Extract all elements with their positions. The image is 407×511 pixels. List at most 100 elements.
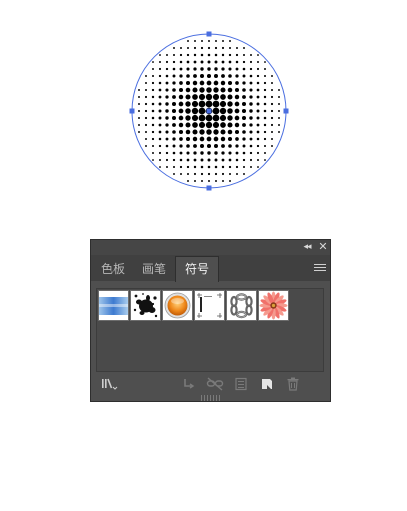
- halftone-dot: [165, 116, 169, 120]
- halftone-dot: [234, 129, 240, 135]
- halftone-dot: [165, 123, 169, 127]
- halftone-dot: [199, 136, 205, 142]
- halftone-dot: [242, 102, 246, 106]
- anchor-handle[interactable]: [129, 108, 135, 114]
- halftone-dot: [151, 74, 155, 78]
- halftone-dot: [205, 100, 213, 108]
- halftone-dot: [257, 61, 259, 63]
- halftone-dot: [235, 60, 239, 64]
- halftone-dot: [222, 40, 224, 42]
- halftone-circle[interactable]: [0, 0, 407, 200]
- halftone-dot: [200, 46, 204, 50]
- halftone-dot: [263, 102, 267, 106]
- halftone-dot: [185, 129, 191, 135]
- halftone-dot: [165, 88, 169, 92]
- halftone-dot: [219, 100, 227, 108]
- halftone-dot: [228, 151, 232, 155]
- halftone-dot: [214, 144, 218, 148]
- halftone-dot: [242, 123, 246, 127]
- halftone-dot: [158, 137, 162, 141]
- halftone-dot: [191, 107, 199, 115]
- halftone-dot: [278, 110, 280, 112]
- halftone-dot: [234, 108, 240, 114]
- halftone-dot: [256, 137, 260, 141]
- halftone-dot: [191, 100, 199, 108]
- place-symbol-instance-icon[interactable]: [182, 376, 196, 392]
- halftone-dot: [241, 108, 247, 114]
- symbol-swatch-ink-splat[interactable]: [130, 290, 161, 321]
- halftone-dot: [263, 81, 267, 85]
- anchor-handle[interactable]: [206, 185, 212, 191]
- halftone-dot: [270, 123, 274, 127]
- symbols-grid: [96, 288, 324, 372]
- halftone-dot: [270, 88, 274, 92]
- halftone-dot: [193, 74, 197, 78]
- symbol-swatch-chain-ring[interactable]: [226, 290, 257, 321]
- halftone-dot: [145, 145, 147, 147]
- halftone-dot: [207, 46, 211, 50]
- halftone-dot: [144, 95, 148, 99]
- blue-banner-symbol-icon: [99, 297, 128, 315]
- halftone-dot: [256, 95, 260, 99]
- halftone-dot: [200, 74, 204, 78]
- halftone-dot: [215, 180, 217, 182]
- halftone-dot: [235, 67, 239, 71]
- halftone-dot: [144, 116, 148, 120]
- halftone-dot: [243, 47, 245, 49]
- anchor-handle[interactable]: [206, 31, 212, 37]
- halftone-dot: [249, 95, 253, 99]
- halftone-dot: [249, 60, 253, 64]
- center-point-handle[interactable]: [206, 108, 212, 114]
- symbol-libraries-menu-icon[interactable]: [101, 376, 119, 392]
- tab-symbols[interactable]: 符号: [175, 256, 219, 282]
- new-symbol-icon[interactable]: [260, 376, 274, 392]
- halftone-dot: [152, 68, 154, 70]
- symbol-swatch-crop-marks[interactable]: [194, 290, 225, 321]
- halftone-dot: [158, 67, 162, 71]
- halftone-dot: [179, 151, 183, 155]
- halftone-dot: [199, 87, 205, 93]
- halftone-dot: [206, 73, 212, 79]
- halftone-dot: [151, 137, 155, 141]
- halftone-dot: [207, 60, 211, 64]
- halftone-dot: [165, 130, 169, 134]
- symbol-swatch-pink-flower[interactable]: [258, 290, 289, 321]
- halftone-dot: [172, 158, 176, 162]
- halftone-dot: [222, 180, 224, 182]
- halftone-dot: [227, 87, 233, 93]
- halftone-dot: [172, 95, 176, 99]
- halftone-dot: [213, 87, 219, 93]
- panel-resize-grip[interactable]: [201, 395, 221, 401]
- collapse-panel-button[interactable]: ◂◂: [301, 241, 313, 253]
- ink-splat-symbol-icon: [133, 293, 158, 318]
- halftone-dot: [270, 116, 274, 120]
- halftone-dot: [172, 74, 176, 78]
- halftone-dot: [144, 102, 148, 106]
- halftone-dot: [264, 152, 266, 154]
- halftone-dot: [200, 53, 204, 57]
- halftone-dot: [270, 102, 274, 106]
- tab-swatches[interactable]: 色板: [95, 257, 131, 281]
- close-panel-button[interactable]: ✕: [317, 241, 329, 253]
- panel-menu-icon[interactable]: [314, 262, 326, 274]
- artboard: [0, 0, 407, 200]
- anchor-handle[interactable]: [283, 108, 289, 114]
- halftone-dot: [220, 87, 226, 93]
- symbol-swatch-orange-button[interactable]: [162, 290, 193, 321]
- halftone-dot: [165, 74, 169, 78]
- delete-symbol-icon[interactable]: [286, 376, 300, 392]
- symbol-options-icon[interactable]: [234, 376, 248, 392]
- halftone-dot: [229, 180, 231, 182]
- tab-brushes[interactable]: 画笔: [136, 257, 172, 281]
- halftone-dot: [172, 116, 176, 120]
- break-link-icon[interactable]: [206, 376, 224, 392]
- panel-title-bar[interactable]: ◂◂ ✕: [91, 240, 330, 256]
- crop-marks-symbol-icon: [197, 293, 222, 318]
- halftone-dot: [172, 53, 176, 57]
- halftone-dot: [256, 123, 260, 127]
- halftone-dot: [234, 87, 240, 93]
- symbol-swatch-blue-banner[interactable]: [98, 290, 129, 321]
- halftone-dot: [158, 130, 162, 134]
- halftone-dot: [234, 94, 240, 100]
- halftone-dot: [206, 143, 212, 149]
